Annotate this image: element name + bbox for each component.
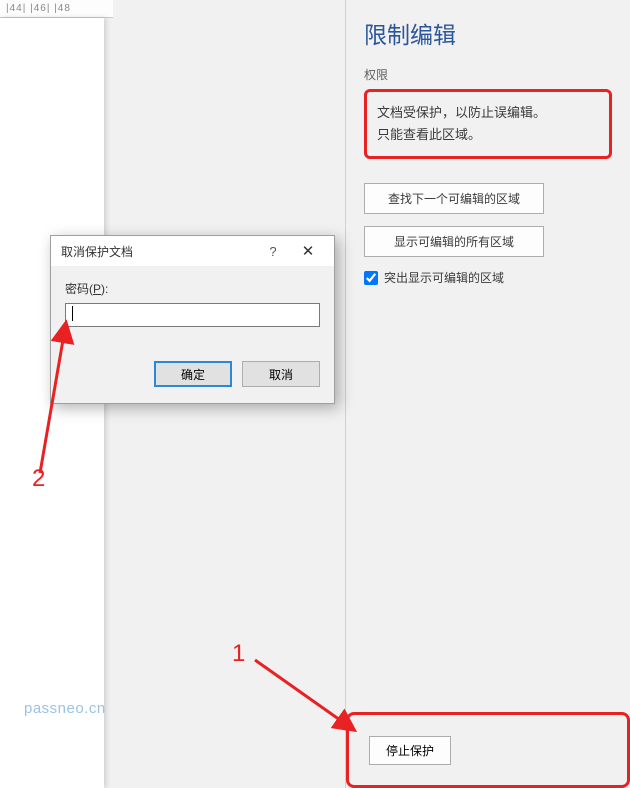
cancel-button[interactable]: 取消 [242, 361, 320, 387]
find-next-editable-button[interactable]: 查找下一个可编辑的区域 [364, 183, 544, 214]
ok-button[interactable]: 确定 [154, 361, 232, 387]
permissions-label: 权限 [364, 66, 612, 83]
protection-info-box: 文档受保护，以防止误编辑。 只能查看此区域。 [364, 89, 612, 159]
annotation-label-2: 2 [32, 465, 45, 493]
watermark: passneo.cn [24, 700, 106, 717]
restrict-editing-pane: 限制编辑 权限 文档受保护，以防止误编辑。 只能查看此区域。 查找下一个可编辑的… [345, 0, 630, 788]
dialog-body: 密码(P): 确定 取消 [51, 266, 334, 403]
dialog-title: 取消保护文档 [61, 243, 258, 260]
dialog-button-row: 确定 取消 [65, 361, 320, 387]
close-icon[interactable]: ✕ [288, 242, 328, 260]
checkbox-label: 突出显示可编辑的区域 [384, 269, 504, 286]
info-line: 文档受保护，以防止误编辑。 [377, 102, 599, 124]
ruler: |44| |46| |48 [0, 0, 113, 18]
password-label: 密码(P): [65, 280, 320, 297]
stop-protection-highlight-box: 停止保护 [346, 712, 630, 788]
pane-title: 限制编辑 [364, 16, 612, 50]
highlight-editable-checkbox-row[interactable]: 突出显示可编辑的区域 [364, 269, 612, 286]
text-cursor-icon [72, 306, 73, 321]
password-input[interactable] [65, 303, 320, 327]
info-line: 只能查看此区域。 [377, 124, 599, 146]
highlight-editable-checkbox[interactable] [364, 271, 378, 285]
unprotect-document-dialog: 取消保护文档 ? ✕ 密码(P): 确定 取消 [50, 235, 335, 404]
annotation-label-1: 1 [232, 640, 245, 668]
help-icon[interactable]: ? [258, 244, 288, 259]
show-all-editable-button[interactable]: 显示可编辑的所有区域 [364, 226, 544, 257]
stop-protection-button[interactable]: 停止保护 [369, 736, 451, 765]
dialog-titlebar[interactable]: 取消保护文档 ? ✕ [51, 236, 334, 266]
